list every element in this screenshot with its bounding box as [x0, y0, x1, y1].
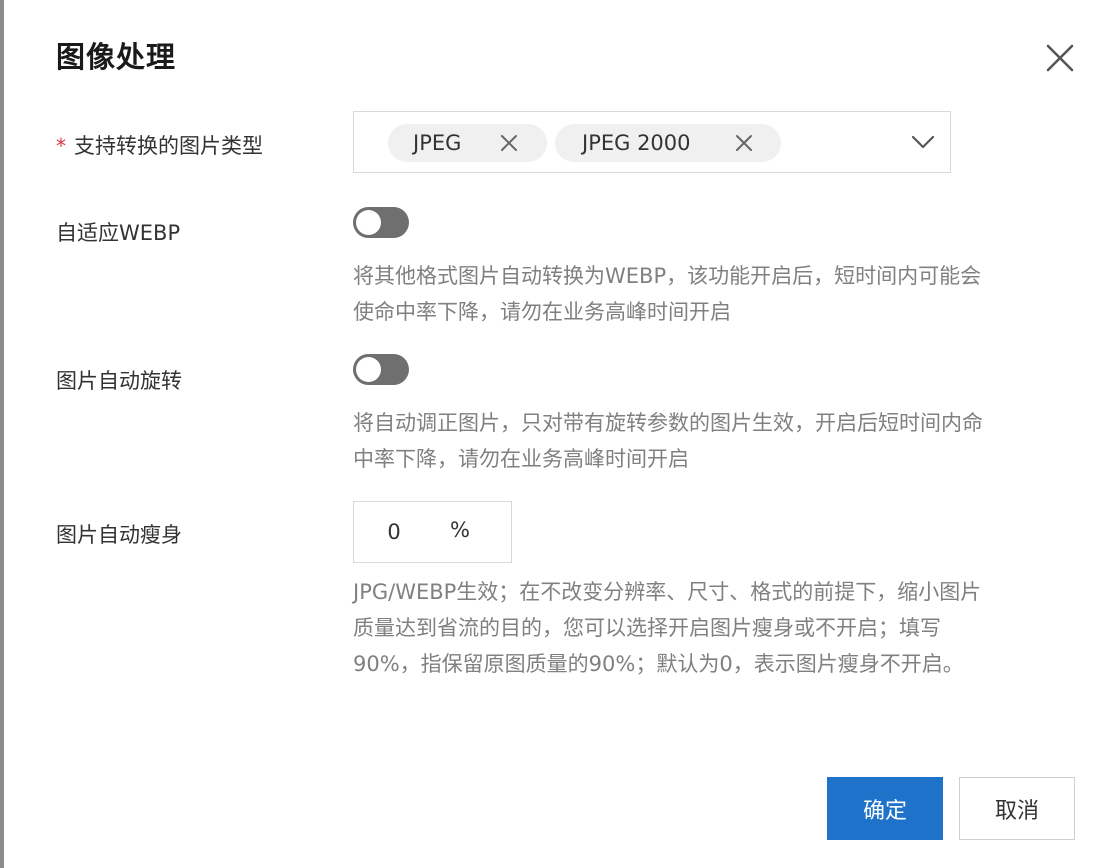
image-processing-dialog: 图像处理 * 支持转换的图片类型 JPEG JPEG 2000 自适应WEBP …: [0, 0, 1110, 868]
toggle-knob: [356, 357, 381, 382]
help-line: 质量达到省流的目的，您可以选择开启图片瘦身或不开启；填写: [353, 616, 941, 640]
webp-help-text: 将其他格式图片自动转换为WEBP，该功能开启后，短时间内可能会 使命中率下降，请…: [353, 258, 1078, 330]
help-line: 将自动调正图片，只对带有旋转参数的图片生效，开启后短时间内命: [353, 411, 983, 435]
tag-jpeg2000-label: JPEG 2000: [582, 131, 691, 155]
image-types-select[interactable]: JPEG JPEG 2000: [353, 111, 951, 173]
help-line: 使命中率下降，请勿在业务高峰时间开启: [353, 300, 731, 324]
tag-jpeg2000-remove-button[interactable]: [733, 132, 755, 154]
close-icon[interactable]: [500, 134, 518, 152]
tag-jpeg: JPEG: [388, 124, 547, 162]
webp-toggle[interactable]: [353, 207, 409, 238]
rotate-label: 图片自动旋转: [56, 369, 182, 393]
image-types-label-text: 支持转换的图片类型: [74, 134, 263, 158]
tag-jpeg2000: JPEG 2000: [555, 124, 781, 162]
percent-suffix: %: [450, 518, 470, 542]
help-line: JPG/WEBP生效；在不改变分辨率、尺寸、格式的前提下，缩小图片: [353, 580, 982, 604]
chevron-down-icon[interactable]: [911, 135, 935, 149]
cancel-button[interactable]: 取消: [959, 777, 1075, 840]
help-line: 将其他格式图片自动转换为WEBP，该功能开启后，短时间内可能会: [353, 264, 982, 288]
slimming-input-group: %: [353, 501, 512, 563]
required-mark: *: [56, 134, 66, 158]
slimming-label: 图片自动瘦身: [56, 523, 182, 547]
window-edge: [0, 0, 4, 868]
rotate-toggle[interactable]: [353, 354, 409, 385]
tag-jpeg-label: JPEG: [413, 131, 462, 155]
toggle-knob: [356, 210, 381, 235]
close-icon[interactable]: [735, 134, 753, 152]
close-icon[interactable]: [1045, 43, 1075, 73]
tag-jpeg-remove-button[interactable]: [498, 132, 520, 154]
dialog-title: 图像处理: [56, 40, 177, 74]
dropdown-toggle[interactable]: [910, 130, 936, 154]
rotate-help-text: 将自动调正图片，只对带有旋转参数的图片生效，开启后短时间内命 中率下降，请勿在业…: [353, 405, 1078, 477]
help-line: 中率下降，请勿在业务高峰时间开启: [353, 447, 689, 471]
confirm-button[interactable]: 确定: [827, 777, 943, 840]
close-button[interactable]: [1038, 36, 1082, 80]
slimming-help-text: JPG/WEBP生效；在不改变分辨率、尺寸、格式的前提下，缩小图片 质量达到省流…: [353, 574, 1078, 682]
webp-label: 自适应WEBP: [56, 221, 181, 245]
slimming-percent-input[interactable]: [354, 502, 434, 562]
help-line: 90%，指保留原图质量的90%；默认为0，表示图片瘦身不开启。: [353, 652, 964, 676]
image-types-label: * 支持转换的图片类型: [56, 130, 263, 160]
